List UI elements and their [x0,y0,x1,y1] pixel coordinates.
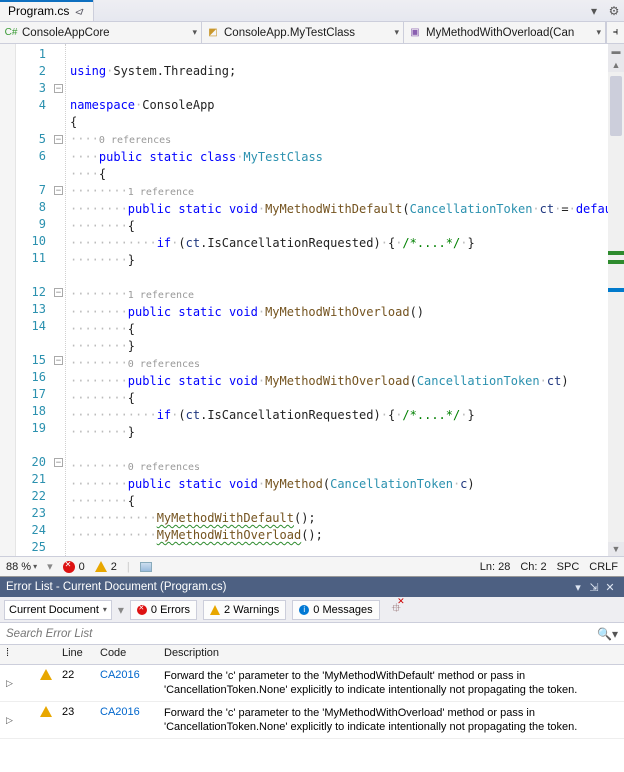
search-icon[interactable]: 🔍▾ [597,627,618,641]
editor-status-bar: 88 %▾ ▾ 0 2 | Ln: 28 Ch: 2 SPC CRLF [0,556,624,576]
error-scope-dropdown[interactable]: Current Document ▾ [4,600,112,620]
filter-icon: ⯐✕ [392,599,401,620]
vertical-scrollbar[interactable]: ▬ ▲ ▼ [608,44,624,556]
build-status-icon[interactable] [140,562,152,572]
filter-messages-chip[interactable]: i0 Messages [292,600,379,620]
status-warnings[interactable]: 2 [95,561,117,573]
close-icon[interactable]: ✕ [602,581,618,594]
code-editor[interactable]: 1234 56 7891011 121314 1516171819 202122… [0,44,624,556]
error-list-row[interactable]: ▷ 23 CA2016 Forward the 'c' parameter to… [0,702,624,739]
clear-filters-button[interactable]: ⯐✕ [386,600,407,620]
chevron-down-icon: ▾ [192,27,197,38]
code-cell[interactable]: CA2016 [94,665,158,701]
nav-member-dropdown[interactable]: ▣ MyMethodWithOverload(Can ▾ [404,22,606,43]
search-input[interactable] [6,628,597,640]
code-cell[interactable]: CA2016 [94,702,158,738]
warning-icon [95,561,107,572]
method-icon: ▣ [408,26,422,40]
split-view-icon[interactable]: ⫞ [606,22,624,43]
document-tab-label: Program.cs [8,4,69,18]
error-list-toolwindow: Error List - Current Document (Program.c… [0,576,624,772]
status-lineending[interactable]: CRLF [589,561,618,573]
warning-icon [210,605,220,615]
header-severity[interactable] [34,645,56,664]
nav-member-label: MyMethodWithOverload(Can [426,27,592,39]
description-cell: Forward the 'c' parameter to the 'MyMeth… [158,702,624,738]
warning-icon [40,706,52,717]
line-cell: 22 [56,665,94,701]
indicator-margin [0,44,16,556]
csharp-project-icon: C# [4,26,18,40]
filter-errors-chip[interactable]: 0 Errors [130,600,197,620]
error-icon [137,605,147,615]
error-list-header[interactable]: ⁞ Line Code Description [0,645,624,665]
filter-warnings-chip[interactable]: 2 Warnings [203,600,286,620]
codelens-references[interactable]: 0 references [128,356,200,373]
scroll-down-icon[interactable]: ▼ [608,542,624,556]
nav-class-dropdown[interactable]: ◩ ConsoleApp.MyTestClass ▾ [202,22,404,43]
zoom-dropdown[interactable]: 88 %▾ [6,561,37,573]
error-list-toolbar: Current Document ▾ ▾ 0 Errors 2 Warnings… [0,597,624,623]
header-code[interactable]: Code [94,645,158,664]
suggestion-squiggle[interactable]: MyMethodWithDefault [157,511,294,525]
error-list-title: Error List - Current Document (Program.c… [6,581,570,593]
status-col[interactable]: Ch: 2 [520,561,546,573]
document-tab-program[interactable]: Program.cs ⊿ [0,0,94,21]
nav-class-label: ConsoleApp.MyTestClass [224,27,390,39]
codelens-references[interactable]: 1 reference [128,287,194,304]
error-list-titlebar[interactable]: Error List - Current Document (Program.c… [0,577,624,597]
scrollbar-change-mark [608,260,624,264]
info-icon: i [299,605,309,615]
codelens-references[interactable]: 1 reference [128,184,194,201]
status-errors[interactable]: 0 [63,561,85,573]
class-icon: ◩ [206,26,220,40]
outlining-margin[interactable]: − − − − − − [52,44,66,556]
pin-icon[interactable]: ⊿ [73,3,86,18]
error-list-grid[interactable]: ▷ 22 CA2016 Forward the 'c' parameter to… [0,665,624,772]
header-description[interactable]: Description [158,645,624,664]
scroll-up-icon[interactable]: ▲ [608,58,624,72]
expand-toggle[interactable]: ▷ [0,702,34,738]
nav-project-dropdown[interactable]: C# ConsoleAppCore ▾ [0,22,202,43]
document-tab-strip: Program.cs ⊿ ▾ ⚙ [0,0,624,22]
expand-toggle[interactable]: ▷ [0,665,34,701]
header-expand[interactable]: ⁞ [0,645,34,664]
severity-cell [34,702,56,738]
warning-icon [40,669,52,680]
code-text-area[interactable]: using·System.Threading; namespace·Consol… [66,44,608,556]
tab-options-gear-icon[interactable]: ⚙ [604,0,624,21]
error-icon [63,561,75,573]
header-line[interactable]: Line [56,645,94,664]
status-line[interactable]: Ln: 28 [480,561,511,573]
scrollbar-change-mark [608,251,624,255]
chevron-down-icon: ▾ [596,27,601,38]
chevron-down-icon: ▾ [394,27,399,38]
tab-menu-chevron-icon[interactable]: ▾ [584,0,604,21]
error-list-row[interactable]: ▷ 22 CA2016 Forward the 'c' parameter to… [0,665,624,702]
suggestion-squiggle[interactable]: MyMethodWithOverload [157,528,302,542]
nav-project-label: ConsoleAppCore [22,27,188,39]
codelens-references[interactable]: 0 references [99,132,171,149]
description-cell: Forward the 'c' parameter to the 'MyMeth… [158,665,624,701]
window-menu-chevron-icon[interactable]: ▾ [570,581,586,594]
line-cell: 23 [56,702,94,738]
error-list-search[interactable]: 🔍▾ [0,623,624,645]
status-indent[interactable]: SPC [557,561,580,573]
severity-cell [34,665,56,701]
line-number-gutter: 1234 56 7891011 121314 1516171819 202122… [16,44,52,556]
scrollbar-caret-mark [608,288,624,292]
split-glyph-icon[interactable]: ▬ [608,44,624,58]
code-navigation-bar: C# ConsoleAppCore ▾ ◩ ConsoleApp.MyTestC… [0,22,624,44]
scrollbar-thumb[interactable] [610,76,622,136]
codelens-references[interactable]: 0 references [128,459,200,476]
autohide-pin-icon[interactable]: ⇲ [586,581,602,594]
